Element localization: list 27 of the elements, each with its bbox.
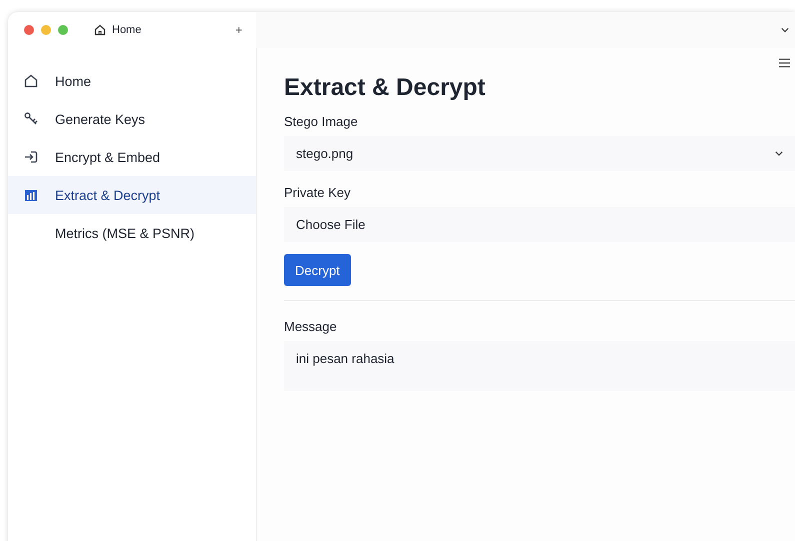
message-output-field: ini pesan rahasia xyxy=(284,341,795,391)
maximize-window-button[interactable] xyxy=(58,25,68,35)
key-icon xyxy=(24,112,38,126)
sidebar-item[interactable]: Encrypt & Embed xyxy=(8,138,256,176)
minimize-window-button[interactable] xyxy=(41,25,51,35)
file-input-field[interactable]: Choose File xyxy=(284,207,795,242)
page-title: Extract & Decrypt xyxy=(284,74,486,102)
browser-tab[interactable]: Home xyxy=(90,24,146,36)
chevron-down-icon[interactable] xyxy=(781,27,789,33)
sidebar-item[interactable]: Metrics (MSE & PSNR) xyxy=(8,214,256,252)
new-tab-button[interactable]: + xyxy=(229,23,248,37)
stego-image-dropdown[interactable]: stego.png xyxy=(284,136,795,171)
close-window-button[interactable] xyxy=(24,25,34,35)
decrypt-button[interactable]: Decrypt xyxy=(284,254,351,286)
sign-in-icon xyxy=(24,150,38,164)
home-icon xyxy=(94,24,106,36)
home-icon xyxy=(24,74,38,88)
sidebar-item[interactable]: Extract & Decrypt xyxy=(8,176,256,214)
sidebar-item[interactable]: Generate Keys xyxy=(8,100,256,138)
field-label: Stego Image xyxy=(284,114,359,129)
chevron-down-icon xyxy=(775,151,783,156)
menu-icon[interactable] xyxy=(779,58,790,68)
sidebar-item[interactable]: Home xyxy=(8,62,256,100)
field-label: Private Key xyxy=(284,185,352,200)
tab-title: Home xyxy=(112,24,142,36)
field-label: Message xyxy=(284,319,338,334)
bar-chart-icon xyxy=(24,188,38,202)
